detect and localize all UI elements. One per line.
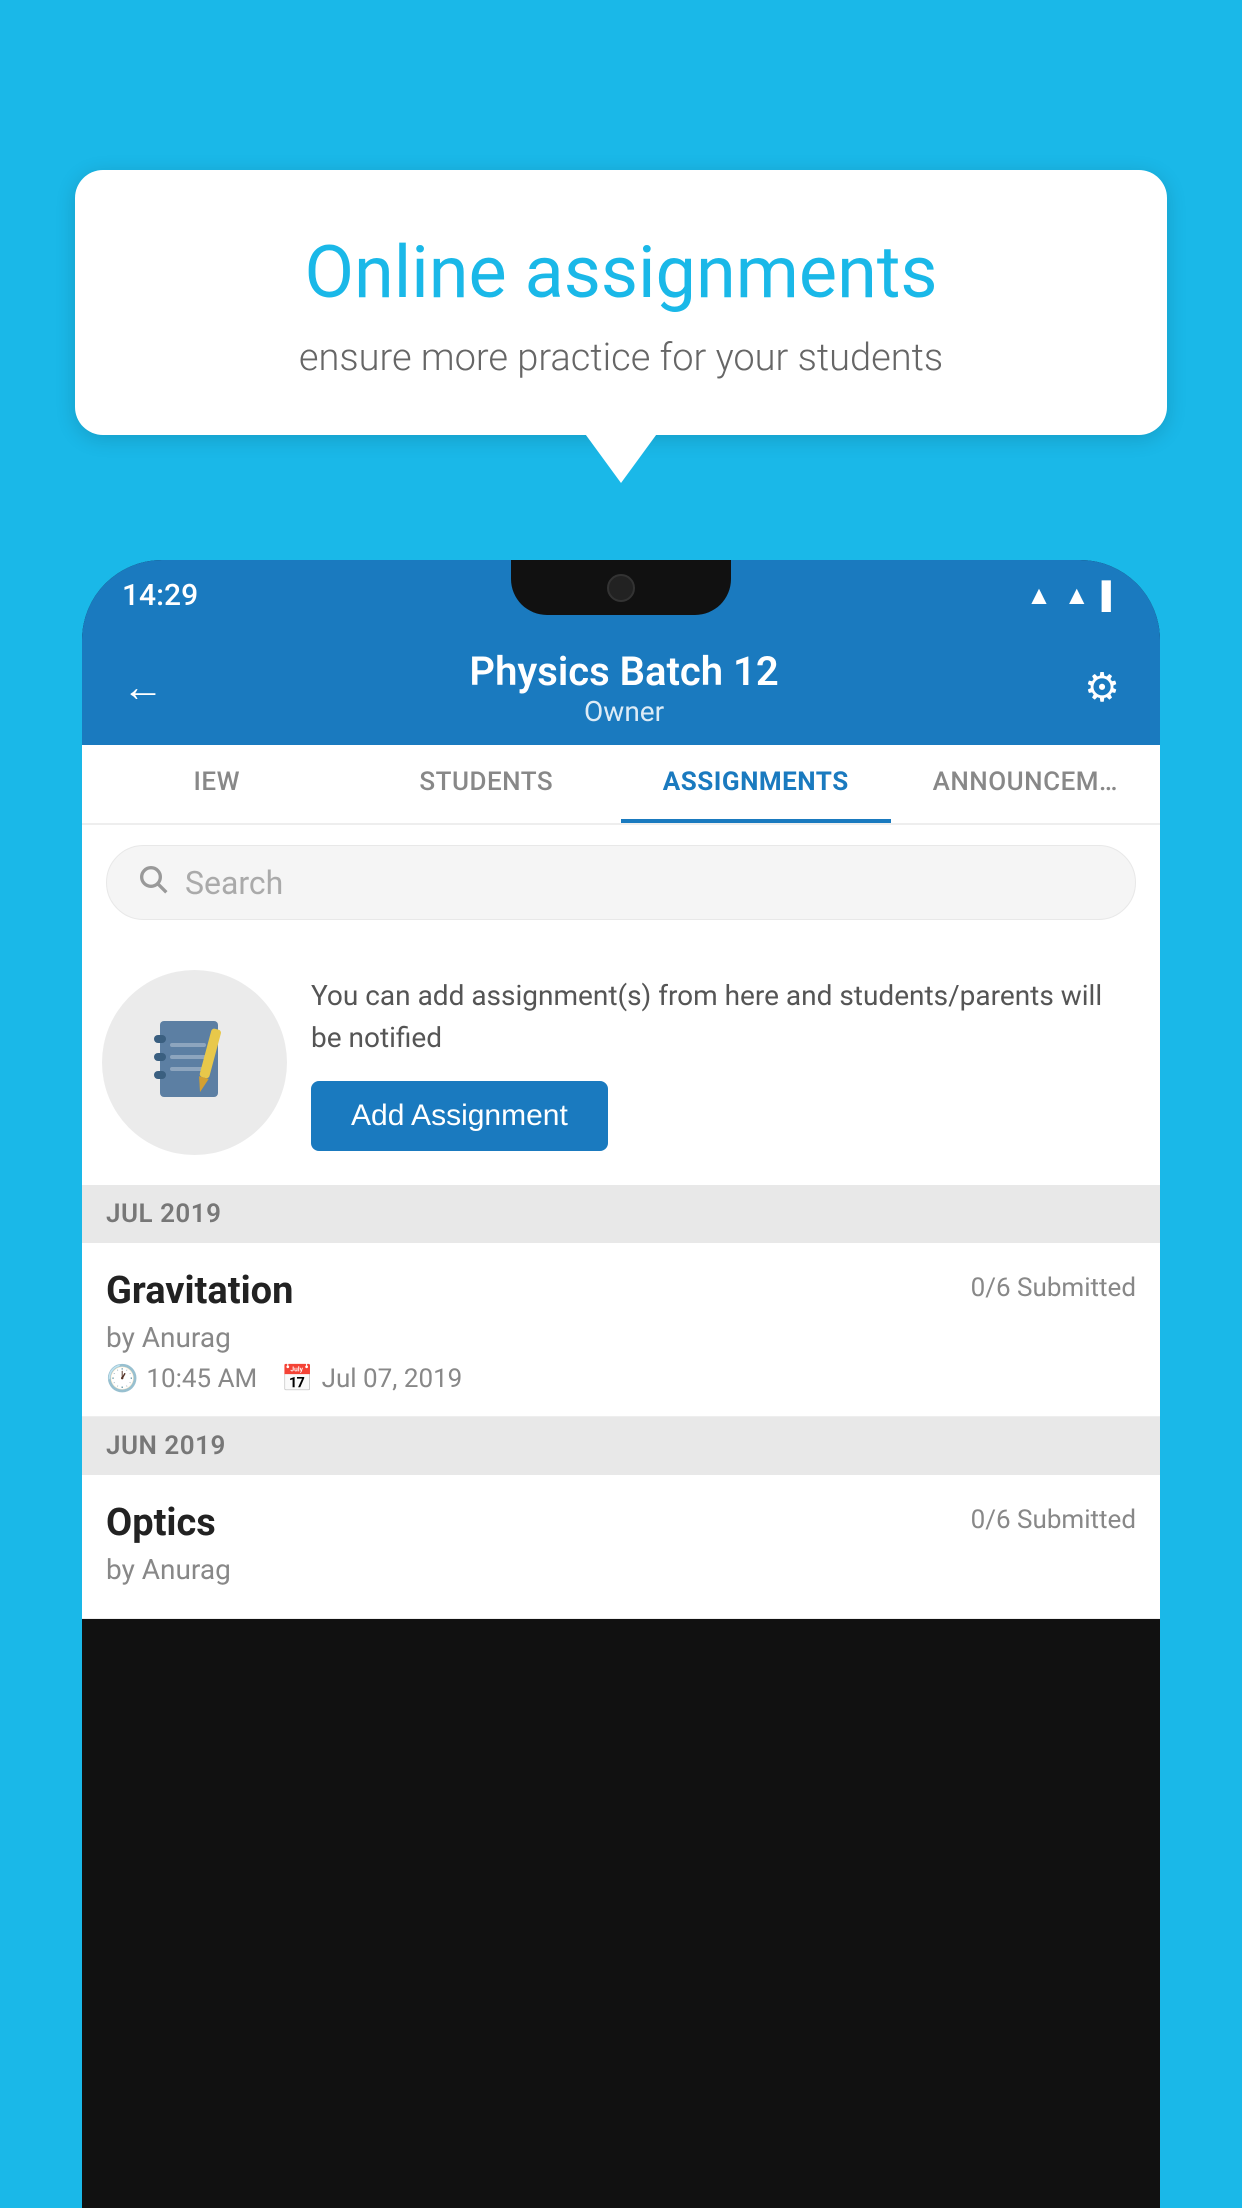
assignment-date-item: 📅 Jul 07, 2019 — [281, 1364, 462, 1394]
search-bar-container: Search — [82, 825, 1160, 940]
search-input[interactable]: Search — [185, 864, 283, 902]
phone-notch — [511, 560, 731, 615]
status-icons: ▲ ▲ ▌ — [1026, 580, 1120, 611]
notebook-icon — [150, 1013, 240, 1113]
promo-text-block: You can add assignment(s) from here and … — [311, 975, 1136, 1151]
battery-icon: ▌ — [1102, 580, 1120, 611]
tab-announcements[interactable]: ANNOUNCEM… — [891, 745, 1161, 823]
speech-bubble: Online assignments ensure more practice … — [75, 170, 1167, 435]
app-header: ← Physics Batch 12 Owner ⚙ — [82, 630, 1160, 745]
tab-assignments[interactable]: ASSIGNMENTS — [621, 745, 891, 823]
header-title: Physics Batch 12 — [469, 648, 778, 695]
back-button[interactable]: ← — [122, 663, 164, 712]
assignment-submitted-optics: 0/6 Submitted — [971, 1505, 1136, 1535]
header-title-block: Physics Batch 12 Owner — [469, 648, 778, 728]
tab-students[interactable]: STUDENTS — [352, 745, 622, 823]
add-assignment-button[interactable]: Add Assignment — [311, 1081, 608, 1151]
assignment-item-gravitation[interactable]: Gravitation 0/6 Submitted by Anurag 🕐 10… — [82, 1243, 1160, 1417]
search-bar[interactable]: Search — [106, 845, 1136, 920]
wifi-icon: ▲ — [1026, 580, 1052, 611]
signal-icon: ▲ — [1064, 580, 1090, 611]
promo-icon-circle — [102, 970, 287, 1155]
search-icon — [137, 863, 169, 903]
promo-description: You can add assignment(s) from here and … — [311, 975, 1136, 1059]
settings-button[interactable]: ⚙ — [1084, 664, 1120, 711]
assignment-by: by Anurag — [106, 1321, 1136, 1354]
assignment-meta: 🕐 10:45 AM 📅 Jul 07, 2019 — [106, 1364, 1136, 1394]
add-assignment-promo: You can add assignment(s) from here and … — [82, 940, 1160, 1185]
status-time: 14:29 — [122, 578, 198, 613]
calendar-icon: 📅 — [281, 1364, 313, 1394]
section-header-jun: JUN 2019 — [82, 1417, 1160, 1475]
assignment-by-optics: by Anurag — [106, 1553, 1136, 1586]
speech-bubble-subtitle: ensure more practice for your students — [145, 336, 1097, 380]
phone-frame: 14:29 ▲ ▲ ▌ ← Physics Batch 12 Owner ⚙ I… — [82, 560, 1160, 2208]
speech-bubble-title: Online assignments — [145, 230, 1097, 316]
phone-content: Search — [82, 825, 1160, 1619]
tab-iew[interactable]: IEW — [82, 745, 352, 823]
assignment-row-top-optics: Optics 0/6 Submitted — [106, 1501, 1136, 1545]
assignment-time-item: 🕐 10:45 AM — [106, 1364, 257, 1394]
header-subtitle: Owner — [469, 695, 778, 728]
assignment-time: 10:45 AM — [146, 1364, 257, 1394]
assignment-submitted: 0/6 Submitted — [971, 1273, 1136, 1303]
assignment-title: Gravitation — [106, 1269, 293, 1313]
speech-bubble-container: Online assignments ensure more practice … — [75, 170, 1167, 435]
phone-camera — [607, 574, 635, 602]
assignment-item-optics[interactable]: Optics 0/6 Submitted by Anurag — [82, 1475, 1160, 1619]
clock-icon: 🕐 — [106, 1364, 138, 1394]
tabs-bar: IEW STUDENTS ASSIGNMENTS ANNOUNCEM… — [82, 745, 1160, 825]
assignment-title-optics: Optics — [106, 1501, 216, 1545]
assignment-row-top: Gravitation 0/6 Submitted — [106, 1269, 1136, 1313]
section-header-jul: JUL 2019 — [82, 1185, 1160, 1243]
assignment-date: Jul 07, 2019 — [322, 1364, 463, 1394]
